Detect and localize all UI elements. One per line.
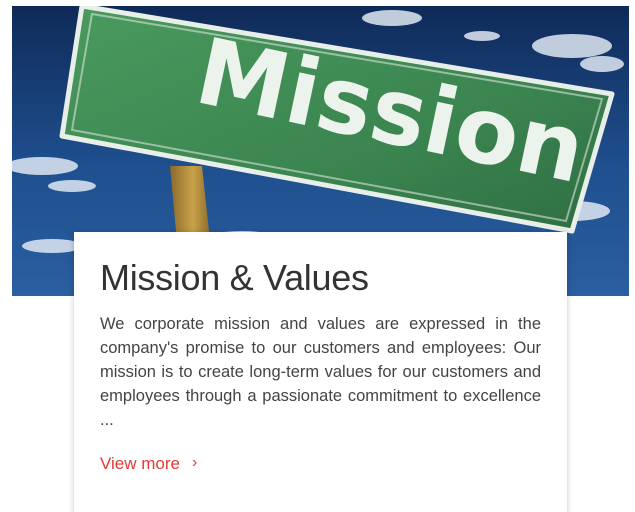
view-more-link[interactable]: View more › <box>100 452 197 476</box>
info-card: Mission & Values We corporate mission an… <box>74 232 567 512</box>
card-description: We corporate mission and values are expr… <box>100 315 541 429</box>
card-title: Mission & Values <box>100 257 369 298</box>
mission-values-section: Mission Mission & Values We corporate mi… <box>0 0 635 512</box>
chevron-right-icon: › <box>192 454 198 471</box>
view-more-label: View more <box>100 454 180 473</box>
